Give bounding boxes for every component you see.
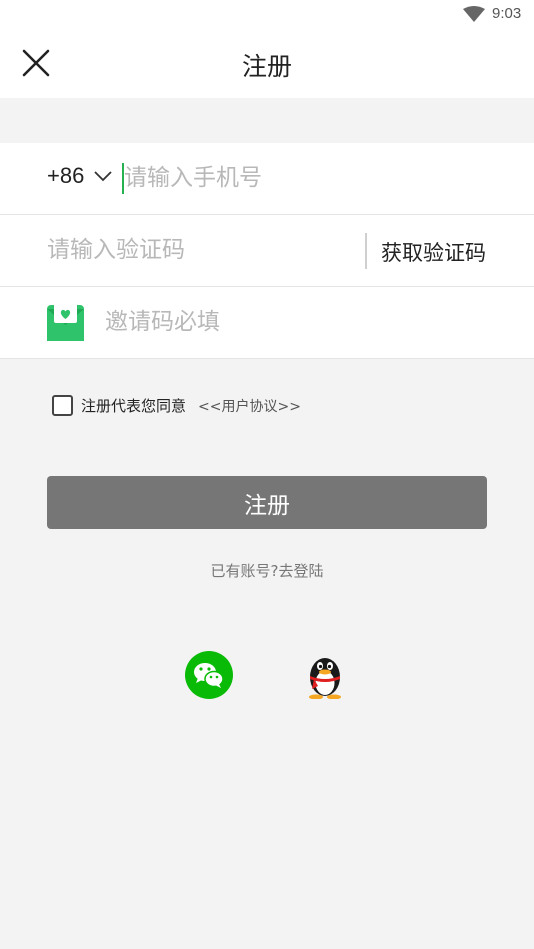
invite-row bbox=[0, 287, 534, 359]
user-agreement-link[interactable]: <<用户协议>> bbox=[198, 396, 301, 416]
chevron-down-icon bbox=[94, 171, 112, 182]
get-code-button[interactable]: 获取验证码 bbox=[381, 237, 486, 267]
qq-login-icon[interactable] bbox=[304, 651, 346, 699]
wechat-login-icon[interactable] bbox=[185, 651, 233, 699]
country-code-select[interactable]: +86 bbox=[47, 163, 113, 189]
header: 注册 bbox=[0, 28, 534, 98]
go-login-link[interactable]: 已有账号?去登陆 bbox=[0, 560, 534, 581]
invite-code-input[interactable] bbox=[105, 305, 485, 339]
phone-input[interactable] bbox=[124, 161, 504, 195]
agreement-text: 注册代表您同意 bbox=[81, 397, 187, 415]
agreement-checkbox[interactable] bbox=[52, 395, 73, 416]
wifi-icon bbox=[463, 6, 485, 22]
divider bbox=[365, 233, 367, 269]
phone-row: +86 bbox=[0, 143, 534, 215]
page-title: 注册 bbox=[241, 52, 292, 81]
country-code-label: +86 bbox=[47, 163, 85, 188]
register-form: +86 获取验证码 bbox=[0, 143, 534, 359]
agreement-row: 注册代表您同意 <<用户协议>> bbox=[52, 395, 301, 416]
invite-envelope-icon bbox=[47, 303, 84, 341]
register-button[interactable]: 注册 bbox=[47, 476, 487, 529]
verification-code-input[interactable] bbox=[47, 233, 347, 267]
code-row: 获取验证码 bbox=[0, 215, 534, 287]
status-time: 9:03 bbox=[492, 5, 522, 22]
status-bar: 9:03 bbox=[0, 0, 534, 28]
